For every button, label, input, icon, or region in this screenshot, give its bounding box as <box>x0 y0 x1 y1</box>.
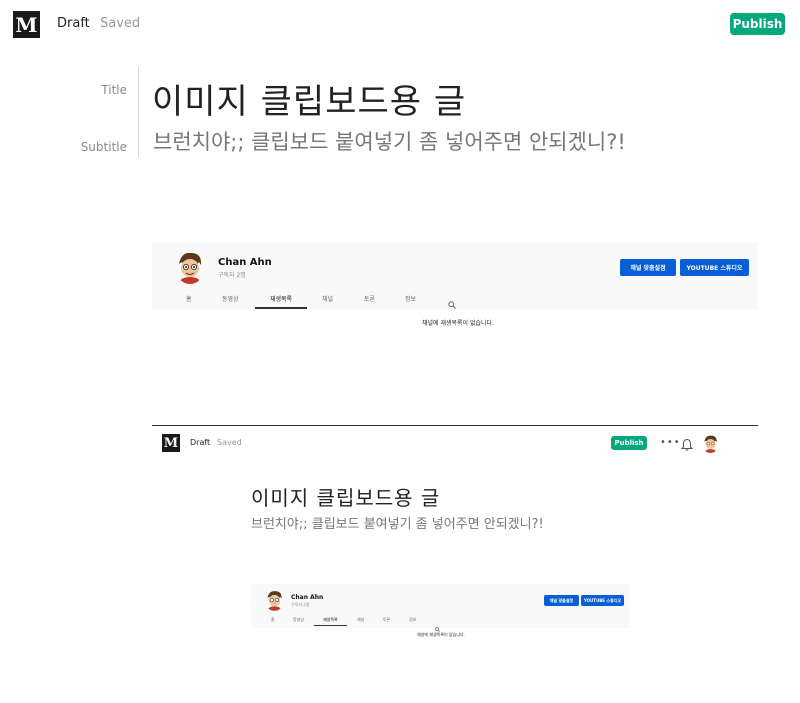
more-options-icon: ••• <box>660 437 681 448</box>
post-title[interactable]: 이미지 클립보드용 글 <box>152 74 466 123</box>
nested-empty-playlist-message: 채널에 재생목록이 없습니다. <box>417 632 465 637</box>
youtube-studio-button[interactable]: YOUTUBE 스튜디오 <box>680 259 749 276</box>
bell-icon <box>680 436 694 451</box>
active-tab-underline <box>255 307 307 309</box>
medium-logo[interactable]: M <box>13 11 40 38</box>
saved-status: Saved <box>100 16 141 31</box>
subscriber-count: 구독자 2명 <box>218 272 246 279</box>
post-subtitle[interactable]: 브런치야;; 클립보드 붙여넣기 좀 넣어주면 안되겠니?! <box>153 126 626 156</box>
nested-tab-videos: 동영상 <box>293 617 305 622</box>
empty-playlist-message: 채널에 재생목록이 없습니다. <box>422 320 494 327</box>
nested-channel-name: Chan Ahn <box>291 594 324 601</box>
tab-about[interactable]: 정보 <box>405 294 416 303</box>
embedded-image-youtube-channel[interactable]: Chan Ahn 구독자 2명 채널 맞춤설정 YOUTUBE 스튜디오 홈 동… <box>152 242 758 310</box>
nested-tab-discussion: 토론 <box>383 617 391 622</box>
tab-discussion[interactable]: 토론 <box>364 294 375 303</box>
nested-tab-channels: 채널 <box>357 617 365 622</box>
nested-user-avatar <box>702 434 719 453</box>
nested-active-tab-underline <box>314 625 347 626</box>
embedded-screenshot-top-border <box>152 425 758 426</box>
nested-post-title: 이미지 클립보드용 글 <box>251 486 441 510</box>
nested-customize-channel-button: 채널 맞춤설정 <box>544 595 579 606</box>
nested-tab-playlists: 재생목록 <box>323 617 338 622</box>
subtitle-label: Subtitle <box>80 140 127 154</box>
channel-avatar <box>175 250 205 284</box>
nested-embedded-youtube-channel: Chan Ahn 구독자 2명 채널 맞춤설정 YOUTUBE 스튜디오 홈 동… <box>251 584 630 633</box>
tab-channels[interactable]: 채널 <box>322 294 333 303</box>
customize-channel-button[interactable]: 채널 맞춤설정 <box>620 259 676 276</box>
publish-button[interactable]: Publish <box>730 13 785 35</box>
nested-tab-about: 정보 <box>409 617 417 622</box>
nested-publish-button: Publish <box>611 436 647 450</box>
draft-status: Draft <box>57 16 90 31</box>
nested-saved-status: Saved <box>217 438 242 447</box>
nested-medium-logo: M <box>162 434 180 452</box>
nested-draft-status: Draft <box>190 438 211 447</box>
nested-channel-avatar <box>265 589 284 611</box>
nested-search-icon <box>435 617 441 633</box>
nested-subscriber-count: 구독자 2명 <box>291 602 310 607</box>
tab-playlists[interactable]: 재생목록 <box>270 294 292 303</box>
nested-youtube-studio-button: YOUTUBE 스튜디오 <box>581 595 624 606</box>
tab-home[interactable]: 홈 <box>186 294 192 303</box>
search-icon[interactable] <box>448 294 456 309</box>
nested-post-subtitle: 브런치야;; 클립보드 붙여넣기 좀 넣어주면 안되겠니?! <box>251 517 544 532</box>
tab-videos[interactable]: 동영상 <box>222 294 239 303</box>
editor-margin-rule <box>138 66 139 158</box>
title-label: Title <box>101 83 127 97</box>
nested-tab-home: 홈 <box>271 617 275 622</box>
channel-name: Chan Ahn <box>218 257 272 268</box>
